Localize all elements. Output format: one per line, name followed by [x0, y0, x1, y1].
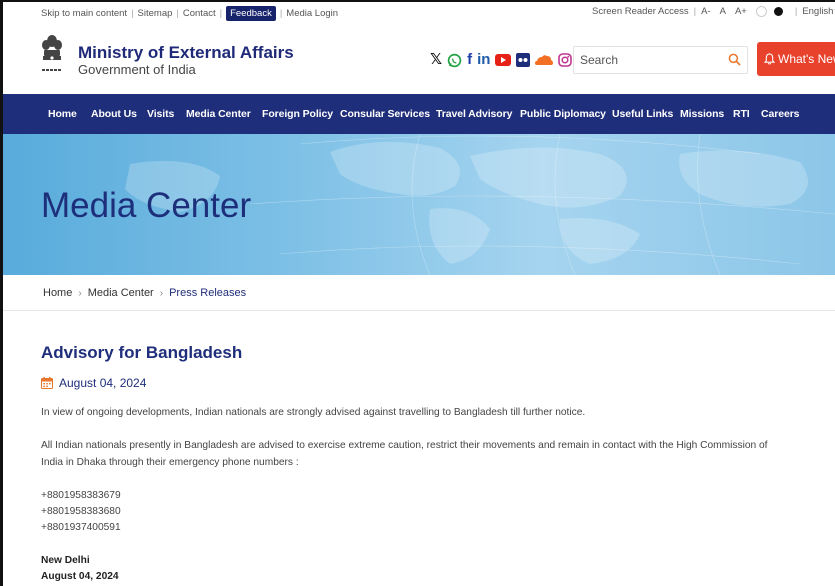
font-normal-button[interactable]: A — [720, 6, 726, 17]
calendar-icon — [41, 377, 53, 389]
signature-date: August 04, 2024 — [41, 571, 119, 582]
media-login-link[interactable]: Media Login — [286, 8, 338, 19]
article-date-text: August 04, 2024 — [59, 376, 147, 390]
sitemap-link[interactable]: Sitemap — [138, 8, 173, 19]
social-links: 𝕏 f in — [430, 52, 577, 68]
breadcrumb-media-center[interactable]: Media Center — [88, 287, 154, 299]
whatsapp-icon[interactable] — [447, 53, 462, 68]
nav-consular-services[interactable]: Consular Services — [340, 108, 430, 120]
separator: | — [279, 8, 283, 19]
ministry-subtitle: Government of India — [78, 62, 196, 77]
youtube-icon[interactable] — [495, 53, 512, 67]
search-box — [573, 46, 748, 74]
whats-new-button[interactable]: What's New — [757, 42, 835, 76]
window-frame-left — [0, 0, 3, 586]
feedback-link[interactable]: Feedback — [226, 6, 276, 21]
whats-new-label: What's New — [778, 52, 835, 66]
article-paragraph-1: In view of ongoing developments, Indian … — [41, 407, 586, 418]
accessibility-controls: Screen Reader Access | A- A A+ | English… — [592, 6, 835, 17]
instagram-icon[interactable] — [558, 53, 573, 67]
signature-place: New Delhi — [41, 555, 90, 566]
article-date: August 04, 2024 — [41, 376, 146, 390]
article-paragraph-2-line-1: All Indian nationals presently in Bangla… — [41, 440, 768, 451]
divider — [0, 310, 835, 311]
emergency-phone-1: +8801958383679 — [41, 490, 121, 501]
nav-about-us[interactable]: About Us — [91, 108, 137, 120]
nav-media-center[interactable]: Media Center — [186, 108, 251, 120]
utility-links: Skip to main content | Sitemap | Contact… — [41, 6, 338, 21]
emergency-phone-3: +8801937400591 — [41, 522, 121, 533]
article-paragraph-2-line-2: India in Dhaka through their emergency p… — [41, 457, 299, 468]
breadcrumb: Home › Media Center › Press Releases — [43, 287, 246, 299]
font-increase-button[interactable]: A+ — [735, 6, 747, 17]
soundcloud-icon[interactable] — [535, 54, 554, 66]
search-icon[interactable] — [728, 53, 741, 66]
x-icon[interactable]: 𝕏 — [430, 52, 442, 68]
window-frame-top — [0, 0, 835, 2]
chevron-right-icon: › — [78, 287, 82, 299]
separator: | — [176, 8, 179, 19]
search-input[interactable] — [580, 52, 720, 68]
nav-careers[interactable]: Careers — [761, 108, 800, 120]
page-banner: Media Center — [0, 134, 835, 275]
screen-reader-link[interactable]: Screen Reader Access — [592, 6, 689, 17]
separator: | — [794, 6, 798, 17]
contact-link[interactable]: Contact — [183, 8, 216, 19]
skip-to-main-link[interactable]: Skip to main content — [41, 8, 127, 19]
main-navigation: Home About Us Visits Media Center Foreig… — [0, 94, 835, 134]
linkedin-icon[interactable]: in — [477, 52, 490, 68]
nav-visits[interactable]: Visits — [147, 108, 174, 120]
light-theme-toggle[interactable] — [755, 6, 767, 17]
nav-public-diplomacy[interactable]: Public Diplomacy — [520, 108, 606, 120]
separator: | — [219, 8, 223, 19]
chevron-right-icon: › — [159, 287, 164, 299]
separator: | — [131, 8, 134, 19]
article-title: Advisory for Bangladesh — [41, 343, 243, 362]
breadcrumb-home[interactable]: Home — [43, 287, 72, 299]
emergency-phone-2: +8801958383680 — [41, 506, 121, 517]
flickr-icon[interactable] — [516, 53, 531, 67]
utility-bar: Skip to main content | Sitemap | Contact… — [0, 2, 835, 22]
separator: | — [693, 6, 697, 17]
language-select[interactable]: English — [802, 6, 833, 17]
facebook-icon[interactable]: f — [467, 52, 472, 68]
nav-rti[interactable]: RTI — [733, 108, 750, 120]
dark-theme-toggle[interactable] — [773, 7, 783, 16]
nav-missions[interactable]: Missions — [680, 108, 724, 120]
nav-foreign-policy[interactable]: Foreign Policy — [262, 108, 333, 120]
nav-useful-links[interactable]: Useful Links — [612, 108, 673, 120]
page-title: Media Center — [41, 186, 252, 225]
breadcrumb-press-releases[interactable]: Press Releases — [169, 287, 246, 299]
ministry-title[interactable]: Ministry of External Affairs — [78, 43, 294, 63]
font-decrease-button[interactable]: A- — [701, 6, 711, 17]
national-emblem-logo[interactable] — [41, 32, 63, 90]
bell-icon — [764, 53, 775, 65]
nav-travel-advisory[interactable]: Travel Advisory — [436, 108, 512, 120]
nav-home[interactable]: Home — [48, 108, 77, 120]
